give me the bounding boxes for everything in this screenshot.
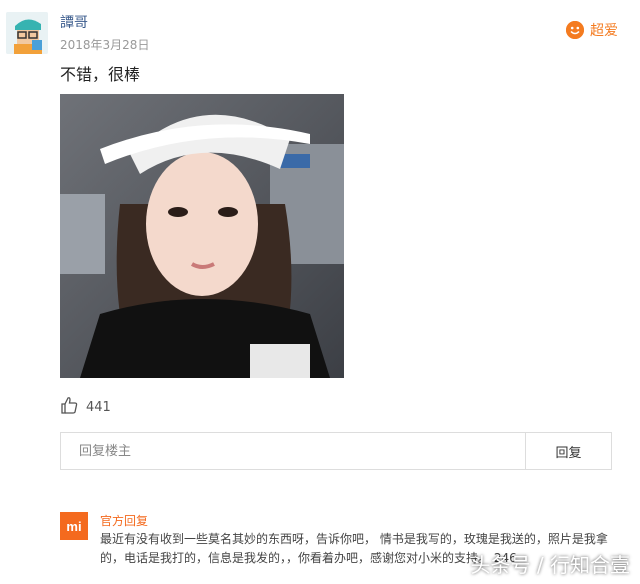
username[interactable]: 譚哥	[60, 12, 88, 32]
official-reply-label: 官方回复	[100, 514, 149, 528]
watermark: 头条号 / 行知合壹	[470, 553, 630, 577]
comment-date: 2018年3月28日	[60, 38, 150, 52]
thumbs-up-icon[interactable]	[60, 396, 78, 418]
mi-logo-icon: mi	[60, 512, 88, 540]
portrait-photo-image	[60, 94, 344, 378]
reply-box: 回复	[60, 432, 612, 470]
like-count-value: 441	[86, 399, 111, 415]
reply-button[interactable]: 回复	[525, 433, 611, 469]
comment-text: 不错，很棒	[60, 65, 141, 84]
cartoon-avatar-icon	[6, 12, 48, 54]
avatar[interactable]	[6, 12, 48, 54]
like-count[interactable]: 441	[60, 396, 111, 418]
rating-label: 超爱	[590, 23, 618, 39]
rating-badge: 超爱	[566, 20, 618, 40]
comment-photo[interactable]	[60, 94, 344, 378]
reply-input[interactable]	[61, 433, 525, 469]
smiley-icon	[566, 21, 584, 39]
